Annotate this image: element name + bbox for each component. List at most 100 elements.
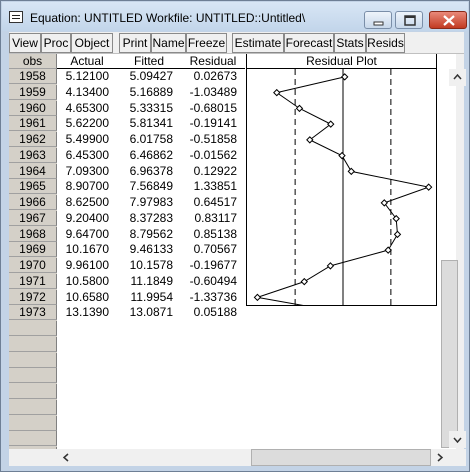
row-header-obs[interactable]: 1967 [9,210,57,226]
row-header-obs[interactable]: 1972 [9,289,57,305]
table-cell-residual[interactable]: -0.19677 [181,258,237,273]
row-header-obs[interactable]: 1958 [9,69,57,84]
table-cell-residual[interactable]: 0.85138 [181,227,237,242]
title-bar[interactable]: Equation: UNTITLED Workfile: UNTITLED::U… [2,2,468,31]
row-header-obs[interactable]: 1970 [9,258,57,273]
table-cell-residual[interactable]: -0.60494 [181,274,237,289]
maximize-button[interactable] [395,11,423,29]
table-cell-actual[interactable]: 6.45300 [57,148,109,163]
view-button[interactable]: View [9,33,41,53]
empty-row-header[interactable] [9,368,57,384]
table-cell-residual[interactable]: 0.83117 [181,211,238,226]
freeze-button[interactable]: Freeze [186,33,227,53]
row-header-obs[interactable]: 1971 [9,273,57,289]
resids-button[interactable]: Resids [366,33,405,53]
table-cell-fitted[interactable]: 13.0871 [117,305,173,320]
row-header-obs[interactable]: 1962 [9,132,57,147]
table-cell-fitted[interactable]: 6.46862 [117,148,173,163]
table-cell-actual[interactable]: 9.20400 [57,211,109,226]
empty-row-header[interactable] [9,336,57,352]
row-header-obs[interactable]: 1968 [9,226,57,242]
row-header-obs[interactable]: 1969 [9,242,57,258]
close-icon [443,15,455,26]
scroll-up-arrow[interactable] [449,69,466,86]
table-cell-fitted[interactable]: 6.96378 [117,164,173,179]
table-cell-residual[interactable]: -0.01562 [181,148,237,163]
table-cell-fitted[interactable]: 7.97983 [117,195,173,210]
empty-row-header[interactable] [9,321,57,336]
table-cell-residual[interactable]: 0.12922 [181,164,237,179]
scroll-right-arrow[interactable] [431,449,448,466]
row-header-obs[interactable]: 1964 [9,163,57,179]
window-title: Equation: UNTITLED Workfile: UNTITLED::U… [30,11,306,25]
table-cell-fitted[interactable]: 5.16889 [117,85,173,100]
row-header-obs[interactable]: 1973 [9,305,57,321]
row-header-obs[interactable]: 1961 [9,116,57,132]
table-cell-fitted[interactable]: 5.33315 [117,101,173,116]
results-table[interactable]: obs Actual Fitted Residual Residual Plot… [9,54,456,449]
empty-row-header[interactable] [9,415,57,431]
table-cell-fitted[interactable]: 7.56849 [117,179,173,194]
table-cell-actual[interactable]: 10.1670 [57,242,109,257]
table-cell-actual[interactable]: 8.90700 [57,179,109,194]
table-cell-residual[interactable]: 0.64517 [181,195,237,210]
table-cell-actual[interactable]: 13.1390 [57,305,109,320]
table-cell-actual[interactable]: 5.62200 [57,116,109,131]
row-header-obs[interactable]: 1965 [9,179,57,195]
row-header-obs[interactable]: 1963 [9,147,57,163]
table-cell-fitted[interactable]: 10.1578 [117,258,173,273]
table-cell-actual[interactable]: 9.96100 [57,258,109,273]
forecast-button[interactable]: Forecast [284,33,334,53]
table-cell-residual[interactable]: -1.03489 [181,85,237,100]
empty-row-header[interactable] [9,431,57,447]
table-cell-fitted[interactable]: 8.37283 [117,211,173,226]
table-cell-fitted[interactable]: 11.1849 [117,274,174,289]
name-button[interactable]: Name [151,33,186,53]
minimize-button[interactable] [364,11,392,29]
table-cell-fitted[interactable]: 11.9954 [117,290,174,305]
chevron-up-icon [453,73,462,80]
row-header-obs[interactable]: 1959 [9,84,57,100]
table-cell-actual[interactable]: 4.13400 [57,85,109,100]
scroll-down-arrow[interactable] [449,431,466,448]
row-header-obs[interactable]: 1966 [9,195,57,210]
empty-row-header[interactable] [9,352,57,368]
scroll-left-arrow[interactable] [58,449,75,466]
table-cell-actual[interactable]: 10.5800 [57,274,109,289]
table-cell-fitted[interactable]: 9.46133 [117,242,173,257]
table-cell-fitted[interactable]: 8.79562 [117,227,173,242]
horizontal-scroll-thumb[interactable] [251,449,431,466]
table-cell-residual[interactable]: 0.70567 [181,242,237,257]
object-button[interactable]: Object [71,33,113,53]
residual-point [424,183,433,191]
row-header-obs[interactable]: 1960 [9,100,57,116]
table-cell-residual[interactable]: -0.51858 [181,132,237,147]
empty-row-header[interactable] [9,384,57,399]
stats-button[interactable]: Stats [334,33,366,53]
table-cell-residual[interactable]: 0.05188 [181,305,237,320]
print-button[interactable]: Print [119,33,151,53]
table-cell-actual[interactable]: 10.6580 [57,290,109,305]
table-cell-residual[interactable]: -1.33736 [181,290,237,305]
residual-point [253,293,262,302]
table-cell-actual[interactable]: 9.64700 [57,227,109,242]
table-cell-actual[interactable]: 4.65300 [57,101,109,116]
table-cell-actual[interactable]: 5.49900 [57,132,109,147]
table-cell-fitted[interactable]: 5.09427 [117,69,173,84]
estimate-button[interactable]: Estimate [232,33,284,53]
table-cell-residual[interactable]: 0.02673 [181,69,237,84]
close-button[interactable] [429,11,467,29]
table-cell-residual[interactable]: -0.19141 [181,116,237,131]
proc-button[interactable]: Proc [41,33,71,53]
table-cell-residual[interactable]: 1.33851 [181,179,237,194]
window-menu-icon[interactable] [9,11,23,23]
table-cell-actual[interactable]: 5.12100 [57,69,109,84]
empty-row-header[interactable] [9,399,57,415]
table-cell-actual[interactable]: 7.09300 [57,164,109,179]
table-cell-actual[interactable]: 8.62500 [57,195,109,210]
table-cell-fitted[interactable]: 5.81341 [117,116,173,131]
chevron-down-icon [453,437,462,444]
table-cell-residual[interactable]: -0.68015 [181,101,237,116]
vertical-scroll-thumb[interactable] [441,260,458,448]
table-cell-fitted[interactable]: 6.01758 [117,132,173,147]
